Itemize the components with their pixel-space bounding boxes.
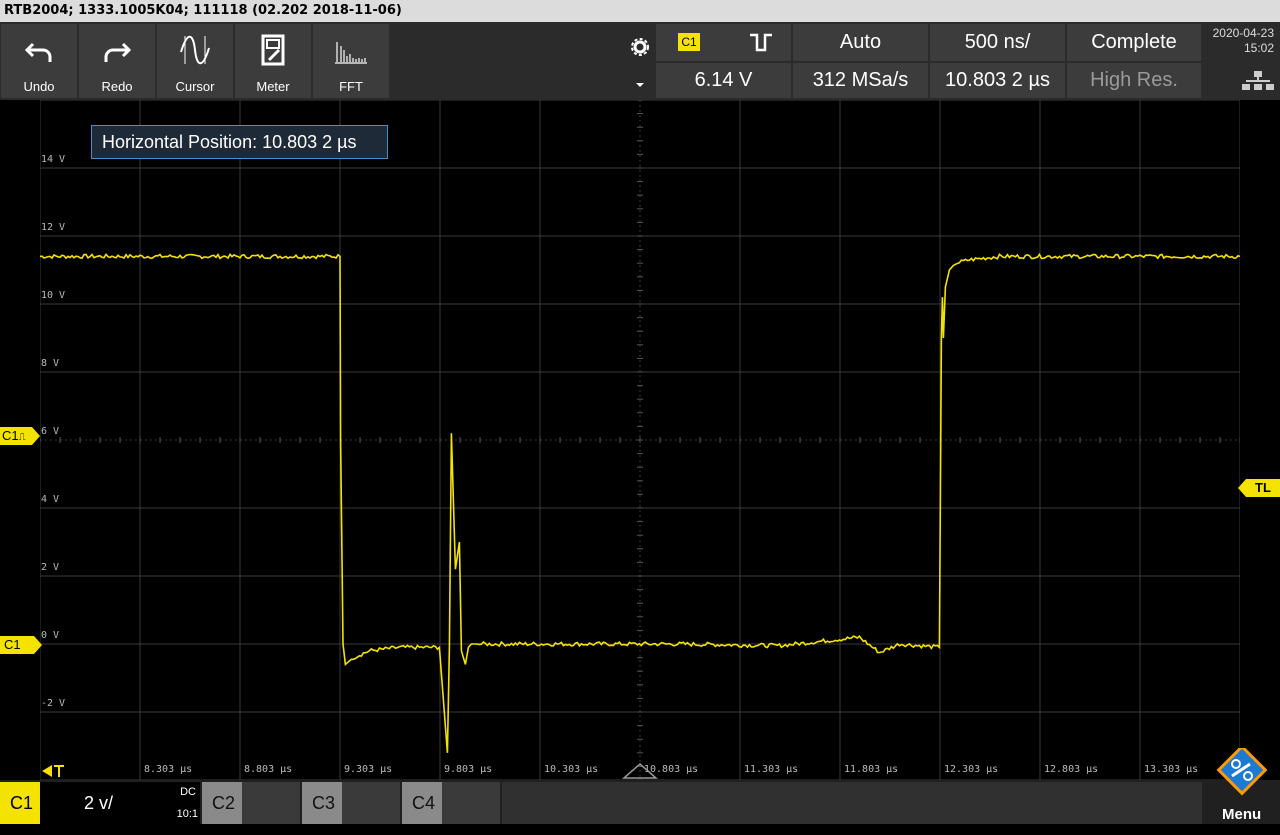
rising-edge-icon: [750, 33, 772, 52]
trigger-time-marker: [622, 763, 658, 779]
meter-button[interactable]: Meter: [235, 24, 311, 98]
status-bar: C1 2 v/ DC 10:1 C2 C3 C4: [0, 780, 1280, 824]
channel-1-trace: [40, 252, 1240, 753]
fft-icon: [335, 42, 367, 64]
x-tick-label: 9.803 µs: [444, 764, 493, 775]
channel-4-settings[interactable]: [442, 782, 500, 824]
trigger-position-marker[interactable]: C1⎍: [0, 427, 32, 445]
x-tick-label: 12.803 µs: [1044, 764, 1099, 775]
trigger-level-arrow: [1238, 479, 1246, 497]
redo-label: Redo: [101, 79, 133, 94]
title-bar: RTB2004; 1333.1005K04; 111118 (02.202 20…: [0, 0, 1280, 22]
y-tick-label: -2 V: [41, 698, 66, 709]
y-tick-label: 10 V: [41, 290, 66, 301]
cursor-label: Cursor: [175, 79, 215, 94]
y-tick-label: 12 V: [41, 222, 66, 233]
waveform-svg: [40, 100, 1240, 780]
x-tick-label: 8.803 µs: [244, 764, 293, 775]
date: 2020-04-23: [1212, 26, 1274, 40]
x-tick-label: 11.303 µs: [744, 764, 799, 775]
trigger-channel-badge: C1: [678, 33, 700, 51]
x-tick-label: 13.303 µs: [1144, 764, 1199, 775]
cursor-icon: [180, 35, 210, 65]
trigger-marker-glyph: ⎍: [18, 432, 26, 443]
channel-2-settings[interactable]: [242, 782, 300, 824]
horizontal-position-infobox: Horizontal Position: 10.803 2 µs: [91, 125, 388, 159]
datetime-display: 2020-04-23 15:02: [1203, 24, 1280, 98]
x-tick-label: 11.803 µs: [844, 764, 899, 775]
ground-marker-arrow: [34, 636, 42, 654]
y-tick-label: 4 V: [41, 494, 60, 505]
x-tick-label: 12.303 µs: [944, 764, 999, 775]
undo-button[interactable]: Undo: [1, 24, 77, 98]
horizontal-position-cell[interactable]: 10.803 2 µs: [930, 63, 1065, 98]
channel-3-tab[interactable]: C3: [302, 782, 342, 824]
menu-label: Menu: [1222, 806, 1262, 823]
fft-button[interactable]: FFT: [313, 24, 389, 98]
trigger-marker-channel: C1: [2, 428, 19, 443]
acquisition-state: Complete: [1091, 31, 1177, 53]
fft-label: FFT: [339, 79, 363, 94]
channel-1-settings[interactable]: 2 v/ DC 10:1: [40, 782, 200, 824]
horizontal-position: 10.803 2 µs: [945, 69, 1050, 91]
trigger-mode-cell[interactable]: Auto: [793, 24, 928, 61]
acquisition-state-cell[interactable]: Complete: [1067, 24, 1201, 61]
sample-rate-cell[interactable]: 312 MSa/s: [793, 63, 928, 98]
acquisition-mode-cell[interactable]: High Res.: [1067, 63, 1201, 98]
menu-button[interactable]: Menu: [1210, 744, 1274, 824]
channel-1-scale: 2 v/: [84, 793, 114, 813]
cursor-button[interactable]: Cursor: [157, 24, 233, 98]
gear-icon: [631, 38, 649, 87]
acquisition-mode: High Res.: [1090, 69, 1178, 91]
y-tick-label: 0 V: [41, 630, 60, 641]
channel-1-probe: 10:1: [176, 808, 198, 820]
trigger-level-cell[interactable]: 6.14 V: [656, 63, 791, 98]
x-tick-label: 9.303 µs: [344, 764, 393, 775]
channel-1-tab[interactable]: C1: [0, 782, 40, 824]
sample-rate: 312 MSa/s: [812, 69, 909, 91]
timebase-scale: 500 ns/: [964, 31, 1031, 53]
redo-icon: [104, 42, 132, 62]
settings-button[interactable]: [626, 24, 654, 98]
y-tick-label: 14 V: [41, 154, 66, 165]
y-tick-label: 2 V: [41, 562, 60, 573]
waveform-display[interactable]: [40, 100, 1240, 780]
network-icon: [1242, 71, 1274, 90]
trigger-level-marker[interactable]: TL: [1246, 479, 1280, 497]
channel-4-tab[interactable]: C4: [402, 782, 442, 824]
timebase-scale-cell[interactable]: 500 ns/: [930, 24, 1065, 61]
channel-3-settings[interactable]: [342, 782, 400, 824]
channel-1-ground-marker[interactable]: C1: [0, 636, 34, 654]
redo-button[interactable]: Redo: [79, 24, 155, 98]
x-tick-label: 10.303 µs: [544, 764, 599, 775]
time: 15:02: [1243, 41, 1274, 55]
status-bar-empty: [502, 782, 1202, 824]
trigger-marker-arrow: [32, 427, 40, 445]
trigger-level: 6.14 V: [694, 69, 753, 91]
meter-label: Meter: [256, 79, 290, 94]
meter-icon: [261, 34, 285, 66]
grid: [40, 100, 1240, 780]
y-tick-label: 6 V: [41, 426, 60, 437]
y-tick-label: 8 V: [41, 358, 60, 369]
trigger-mode: Auto: [839, 31, 882, 53]
rs-logo-icon: [1216, 744, 1268, 796]
undo-label: Undo: [23, 79, 55, 94]
undo-icon: [24, 42, 52, 62]
scroll-left-marker[interactable]: [40, 763, 70, 779]
channel-2-tab[interactable]: C2: [202, 782, 242, 824]
